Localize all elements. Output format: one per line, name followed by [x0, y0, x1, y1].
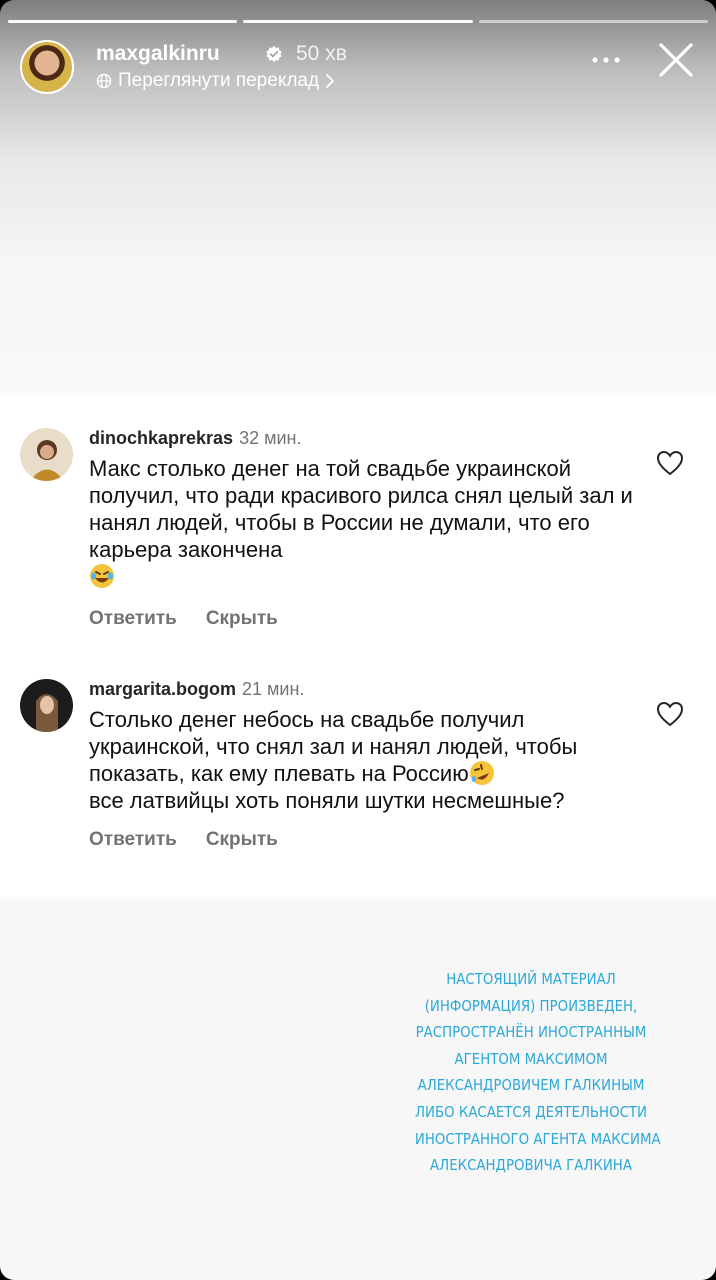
notice-line: АЛЕКСАНДРОВИЧА ГАЛКИНА — [430, 1156, 632, 1175]
comment-text: Макс столько денег на той свадьбе украин… — [89, 455, 634, 590]
author-avatar[interactable] — [20, 40, 74, 94]
notice-line: ЛИБО КАСАЕТСЯ ДЕЯТЕЛЬНОСТИ — [414, 1102, 648, 1121]
hide-button[interactable]: Скрыть — [206, 829, 278, 851]
comment-actions: Ответить Скрыть — [89, 608, 278, 630]
rofl-emoji-icon — [469, 760, 495, 786]
comment-text: Столько денег небось на свадьбе получил … — [89, 706, 634, 814]
verified-badge-icon — [266, 45, 282, 63]
story-header: maxgalkinru 50 хв Переглянути переклад — [20, 38, 696, 96]
notice-line: ИНОСТРАННОГО АГЕНТА МАКСИМА — [414, 1129, 661, 1148]
notice-line: НАСТОЯЩИЙ МАТЕРИАЛ — [446, 970, 616, 988]
progress-segment — [8, 20, 238, 23]
comment-text-body: Столько денег небось на свадьбе получил … — [89, 707, 578, 786]
story-viewer: maxgalkinru 50 хв Переглянути переклад d… — [0, 0, 716, 1280]
translate-link[interactable]: Переглянути переклад — [96, 70, 335, 92]
heart-icon[interactable] — [656, 450, 684, 476]
comment-item: margarita.bogom 21 мин. Столько денег неб… — [20, 679, 688, 859]
heart-icon[interactable] — [656, 701, 684, 727]
progress-segment — [478, 20, 708, 23]
story-progress-bar — [8, 20, 708, 23]
story-time: 50 хв — [296, 42, 347, 65]
author-username[interactable]: maxgalkinru — [96, 42, 220, 66]
comment-item: dinochkaprekras 32 мин. Макс столько дене… — [20, 428, 688, 638]
close-icon[interactable] — [656, 40, 696, 80]
notice-line: (ИНФОРМАЦИЯ) ПРОИЗВЕДЕН, — [424, 996, 638, 1015]
globe-icon — [96, 73, 112, 89]
comment-username[interactable]: dinochkaprekras 32 мин. — [89, 428, 301, 449]
commenter-avatar[interactable] — [20, 428, 73, 481]
comment-text-body: все латвийцы хоть поняли шутки несмешные… — [89, 788, 565, 813]
notice-line: РАСПРОСТРАНЁН ИНОСТРАННЫМ — [415, 1023, 647, 1042]
avatar-image — [20, 679, 73, 732]
more-dots-icon[interactable] — [590, 48, 622, 72]
commenter-avatar[interactable] — [20, 679, 73, 732]
chevron-right-icon — [326, 74, 335, 88]
avatar-image — [20, 428, 73, 481]
reply-button[interactable]: Ответить — [89, 608, 177, 630]
notice-line: АГЕНТОМ МАКСИМОМ — [454, 1049, 608, 1068]
comment-time: 32 мин. — [239, 428, 302, 448]
translate-label: Переглянути переклад — [118, 70, 320, 91]
comment-username[interactable]: margarita.bogom 21 мин. — [89, 679, 304, 700]
reply-button[interactable]: Ответить — [89, 829, 177, 851]
comment-actions: Ответить Скрыть — [89, 829, 278, 851]
foreign-agent-notice: НАСТОЯЩИЙ МАТЕРИАЛ (ИНФОРМАЦИЯ) ПРОИЗВЕД… — [414, 966, 661, 1179]
comment-text-body: Макс столько денег на той свадьбе украин… — [89, 456, 633, 562]
comment-time: 21 мин. — [242, 679, 305, 699]
comment-username-text: margarita.bogom — [89, 679, 237, 699]
laughing-emoji-icon — [89, 563, 115, 589]
hide-button[interactable]: Скрыть — [206, 608, 278, 630]
progress-segment — [243, 20, 473, 23]
notice-line: АЛЕКСАНДРОВИЧЕМ ГАЛКИНЫМ — [417, 1076, 645, 1095]
comment-username-text: dinochkaprekras — [89, 428, 234, 448]
